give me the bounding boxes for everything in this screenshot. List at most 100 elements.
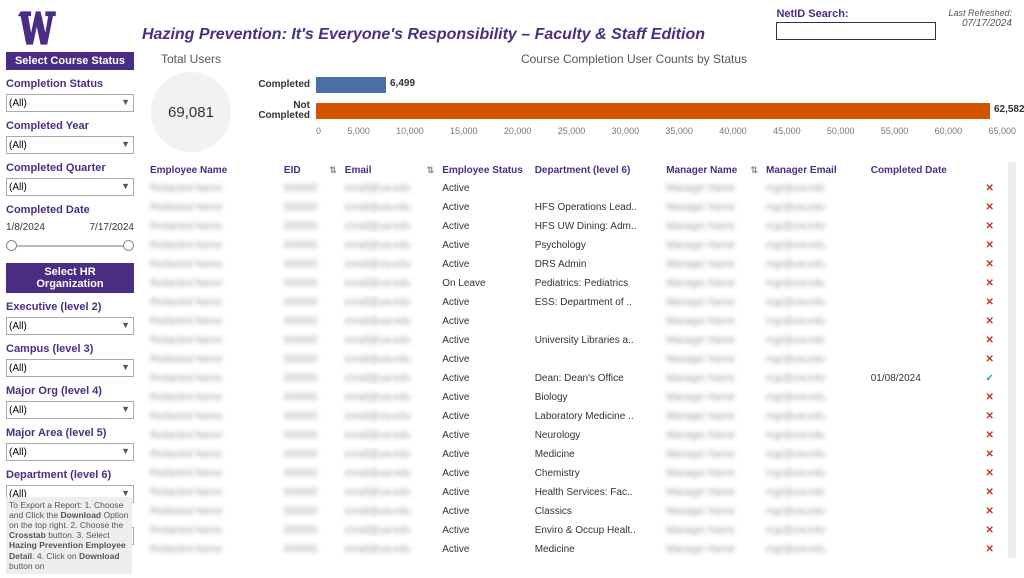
- filter-major-area[interactable]: (All): [6, 443, 134, 461]
- table-row[interactable]: Redacted Name000000email@uw.eduActiveESS…: [146, 293, 1008, 312]
- filter-completed-quarter[interactable]: (All): [6, 178, 134, 196]
- filter-completed-year[interactable]: (All): [6, 136, 134, 154]
- slider-thumb-min[interactable]: [6, 240, 17, 251]
- cell-eid: 000000: [280, 445, 341, 464]
- table-row[interactable]: Redacted Name000000email@uw.eduActiveDRS…: [146, 255, 1008, 274]
- filter-label-completed-year: Completed Year: [6, 120, 134, 132]
- cell-mgr: Manager Name: [662, 217, 762, 236]
- last-refreshed: Last Refreshed: 07/17/2024: [948, 8, 1012, 29]
- chart-x-axis: 05,00010,00015,00020,00025,00030,00035,0…: [316, 126, 1016, 136]
- cell-memail: mgr@uw.edu: [762, 369, 867, 388]
- table-row[interactable]: Redacted Name000000email@uw.eduActiveBio…: [146, 388, 1008, 407]
- x-icon: ✕: [971, 483, 1008, 502]
- cell-mgr: Manager Name: [662, 502, 762, 521]
- cell-cdate: [867, 236, 972, 255]
- col-manager-name[interactable]: Manager Name⇅: [662, 162, 762, 179]
- sidebar: Select Course Status Completion Status (…: [0, 52, 138, 578]
- filter-campus[interactable]: (All): [6, 359, 134, 377]
- cell-memail: mgr@uw.edu: [762, 521, 867, 540]
- filter-major-org[interactable]: (All): [6, 401, 134, 419]
- cell-dept: Neurology: [531, 426, 662, 445]
- bar-track: 6,499: [316, 77, 1016, 93]
- table-row[interactable]: Redacted Name000000email@uw.eduActiveLab…: [146, 407, 1008, 426]
- axis-tick: 0: [316, 126, 321, 136]
- col-completed-flag: [971, 162, 1008, 179]
- cell-memail: mgr@uw.edu: [762, 198, 867, 217]
- cell-memail: mgr@uw.edu: [762, 217, 867, 236]
- table-row[interactable]: Redacted Name000000email@uw.eduActiveHea…: [146, 483, 1008, 502]
- cell-mgr: Manager Name: [662, 274, 762, 293]
- col-department[interactable]: Department (level 6): [531, 162, 662, 179]
- cell-dept: Medicine: [531, 540, 662, 558]
- cell-name: Redacted Name: [146, 483, 280, 502]
- col-manager-email[interactable]: Manager Email: [762, 162, 867, 179]
- cell-status: Active: [438, 179, 531, 198]
- table-row[interactable]: Redacted Name000000email@uw.eduActiveChe…: [146, 464, 1008, 483]
- x-icon: ✕: [971, 217, 1008, 236]
- cell-cdate: [867, 407, 972, 426]
- x-icon: ✕: [971, 388, 1008, 407]
- table-row[interactable]: Redacted Name000000email@uw.eduActiveNeu…: [146, 426, 1008, 445]
- cell-dept: [531, 179, 662, 198]
- completion-chart: Course Completion User Counts by Status …: [252, 52, 1016, 136]
- filter-label-department: Department (level 6): [6, 469, 134, 481]
- col-status[interactable]: Employee Status: [438, 162, 531, 179]
- cell-name: Redacted Name: [146, 388, 280, 407]
- table-row[interactable]: Redacted Name000000email@uw.eduActiveMed…: [146, 445, 1008, 464]
- cell-memail: mgr@uw.edu: [762, 312, 867, 331]
- netid-search-input[interactable]: [776, 22, 936, 40]
- cell-mgr: Manager Name: [662, 483, 762, 502]
- filter-completion-status[interactable]: (All): [6, 94, 134, 112]
- table-row[interactable]: Redacted Name000000email@uw.eduOn LeaveP…: [146, 274, 1008, 293]
- employee-table: Employee Name EID⇅ Email⇅ Employee Statu…: [146, 162, 1008, 558]
- table-row[interactable]: Redacted Name000000email@uw.eduActiveCla…: [146, 502, 1008, 521]
- table-row[interactable]: Redacted Name000000email@uw.eduActiveDea…: [146, 369, 1008, 388]
- chart-bar-row: NotCompleted62,582: [252, 100, 1016, 122]
- cell-mgr: Manager Name: [662, 407, 762, 426]
- cell-status: Active: [438, 445, 531, 464]
- date-range-slider[interactable]: [6, 239, 134, 253]
- axis-tick: 60,000: [935, 126, 963, 136]
- cell-dept: Enviro & Occup Healt..: [531, 521, 662, 540]
- cell-cdate: [867, 274, 972, 293]
- cell-email: email@uw.edu: [341, 217, 438, 236]
- col-completed-date[interactable]: Completed Date: [867, 162, 972, 179]
- col-employee-name[interactable]: Employee Name: [146, 162, 280, 179]
- cell-email: email@uw.edu: [341, 312, 438, 331]
- table-row[interactable]: Redacted Name000000email@uw.eduActiveHFS…: [146, 217, 1008, 236]
- filter-label-completed-date: Completed Date: [6, 204, 134, 216]
- table-row[interactable]: Redacted Name000000email@uw.eduActiveMan…: [146, 179, 1008, 198]
- cell-memail: mgr@uw.edu: [762, 426, 867, 445]
- table-row[interactable]: Redacted Name000000email@uw.eduActivePsy…: [146, 236, 1008, 255]
- cell-status: Active: [438, 407, 531, 426]
- col-email[interactable]: Email⇅: [341, 162, 438, 179]
- cell-email: email@uw.edu: [341, 293, 438, 312]
- cell-name: Redacted Name: [146, 293, 280, 312]
- cell-cdate: 01/08/2024: [867, 369, 972, 388]
- table-row[interactable]: Redacted Name000000email@uw.eduActiveHFS…: [146, 198, 1008, 217]
- cell-email: email@uw.edu: [341, 274, 438, 293]
- table-row[interactable]: Redacted Name000000email@uw.eduActiveMan…: [146, 350, 1008, 369]
- cell-email: email@uw.edu: [341, 388, 438, 407]
- scrollbar-thumb[interactable]: [1008, 162, 1016, 192]
- filter-executive[interactable]: (All): [6, 317, 134, 335]
- table-row[interactable]: Redacted Name000000email@uw.eduActiveMan…: [146, 312, 1008, 331]
- col-eid[interactable]: EID⇅: [280, 162, 341, 179]
- bar-value: 62,582: [994, 104, 1024, 115]
- slider-thumb-max[interactable]: [123, 240, 134, 251]
- cell-cdate: [867, 464, 972, 483]
- cell-dept: [531, 350, 662, 369]
- section-course-status: Select Course Status: [6, 52, 134, 70]
- cell-dept: DRS Admin: [531, 255, 662, 274]
- filter-label-major-org: Major Org (level 4): [6, 385, 134, 397]
- cell-mgr: Manager Name: [662, 236, 762, 255]
- table-row[interactable]: Redacted Name000000email@uw.eduActiveUni…: [146, 331, 1008, 350]
- chart-title: Course Completion User Counts by Status: [252, 52, 1016, 66]
- cell-memail: mgr@uw.edu: [762, 445, 867, 464]
- cell-cdate: [867, 388, 972, 407]
- cell-email: email@uw.edu: [341, 331, 438, 350]
- table-row[interactable]: Redacted Name000000email@uw.eduActiveEnv…: [146, 521, 1008, 540]
- table-row[interactable]: Redacted Name000000email@uw.eduActiveMed…: [146, 540, 1008, 558]
- cell-memail: mgr@uw.edu: [762, 502, 867, 521]
- check-icon: ✓: [971, 369, 1008, 388]
